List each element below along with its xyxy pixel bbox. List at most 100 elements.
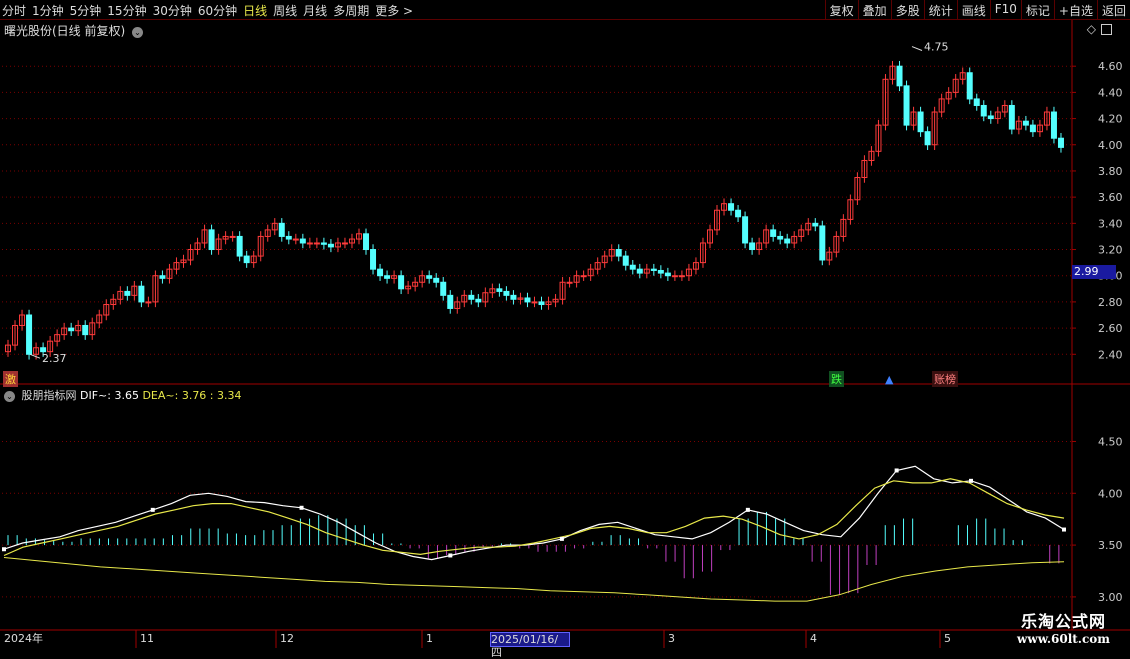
dif-marker [150, 507, 155, 512]
candle-body [678, 275, 685, 278]
candle-body [784, 238, 791, 244]
candle-body [398, 275, 405, 290]
diamond-icon[interactable]: ◇ [1087, 22, 1096, 36]
candle-body [896, 65, 903, 87]
candle-body [229, 235, 236, 238]
candle-body [299, 238, 306, 244]
y-tick-label: 3.20 [1098, 244, 1123, 257]
candle-body [566, 281, 573, 284]
y-tick-label: 3.00 [1098, 591, 1123, 604]
y-tick-label: 4.00 [1098, 487, 1123, 500]
candle-body [377, 268, 384, 277]
candle-body [236, 235, 243, 257]
x-tick-label: 1 [426, 632, 433, 645]
candle-body [138, 285, 145, 303]
candle-body [980, 104, 987, 117]
candle-body [433, 277, 440, 283]
candle-body [306, 242, 313, 245]
candle-body [82, 324, 89, 336]
x-tick-label: 12 [280, 632, 294, 645]
candle-body [510, 294, 517, 300]
candle-body [735, 209, 742, 218]
candle-body [812, 222, 819, 227]
y-tick-label: 4.00 [1098, 139, 1123, 152]
candle-body [622, 255, 629, 266]
candle-body [615, 249, 622, 257]
high-label: 4.75 [924, 41, 949, 54]
y-tick-label: 4.20 [1098, 113, 1123, 126]
candle-body [243, 255, 250, 264]
y-tick-label: 2.60 [1098, 322, 1123, 335]
candle-body [966, 72, 973, 100]
x-tick-label: 4 [810, 632, 817, 645]
candle-body [145, 301, 152, 304]
dif-marker [559, 536, 564, 541]
candle-body [159, 275, 166, 279]
dif-marker [745, 507, 750, 512]
candle-body [1050, 111, 1057, 139]
candle-body [657, 269, 664, 274]
y-tick-label: 3.60 [1098, 191, 1123, 204]
dif-marker [299, 505, 304, 510]
y-tick-label: 4.60 [1098, 60, 1123, 73]
candle-body [1057, 137, 1064, 148]
candle-body [819, 225, 826, 261]
high-pointer [911, 46, 923, 51]
candle-body [503, 290, 510, 296]
candle-body [320, 242, 327, 245]
candle-body [370, 249, 377, 270]
dif-marker [2, 547, 6, 552]
candle-body [341, 242, 348, 245]
candle-body [917, 111, 924, 133]
y-tick-label: 4.40 [1098, 86, 1123, 99]
candle-body [650, 268, 657, 271]
candle-body [671, 275, 678, 278]
candle-body [636, 268, 643, 274]
candle-body [26, 314, 33, 355]
candle-body [327, 243, 334, 248]
candle-body [426, 275, 433, 279]
x-tick-label: 5 [944, 632, 951, 645]
dif-marker [1062, 527, 1066, 532]
low-pointer [29, 353, 41, 359]
candle-body [208, 229, 215, 251]
selected-date: 2025/01/16/四 [490, 632, 570, 659]
candle-body [664, 272, 671, 277]
candle-body [924, 131, 931, 146]
candle-body [475, 298, 482, 303]
candle-body [903, 85, 910, 126]
candle-body [292, 238, 299, 241]
candle-body [777, 235, 784, 240]
low-label: 2.37 [42, 352, 67, 365]
y-tick-label: 4.50 [1098, 435, 1123, 448]
candle-body [580, 275, 587, 278]
candle-body [440, 281, 447, 296]
y-tick-label: 3.50 [1098, 539, 1123, 552]
dif-marker [894, 468, 899, 473]
candle-body [524, 297, 531, 303]
candle-body [749, 242, 756, 251]
candle-body [40, 347, 47, 353]
panel-toggle-icon[interactable] [1101, 24, 1112, 35]
candle-body [468, 294, 475, 300]
candle-body [1008, 104, 1015, 130]
candle-body [496, 288, 503, 292]
candle-body [278, 222, 285, 237]
candle-body [742, 216, 749, 244]
candle-body [538, 301, 545, 306]
badge-limit: 账榜 [932, 371, 958, 387]
candle-body [987, 115, 994, 120]
candle-body [1022, 120, 1029, 126]
candle-body [1029, 124, 1036, 133]
y-tick-label: 2.40 [1098, 348, 1123, 361]
x-tick-label: 11 [140, 632, 154, 645]
watermark-logo: 乐淘公式网 www.60lt.com [1017, 612, 1110, 646]
candle-body [124, 290, 131, 296]
long-ma-line [3, 557, 1065, 602]
candle-body [770, 229, 777, 237]
candle-body [447, 294, 454, 309]
dif-marker [448, 553, 453, 558]
candle-body [531, 301, 538, 304]
candle-body [313, 242, 320, 245]
candle-body [285, 235, 292, 240]
